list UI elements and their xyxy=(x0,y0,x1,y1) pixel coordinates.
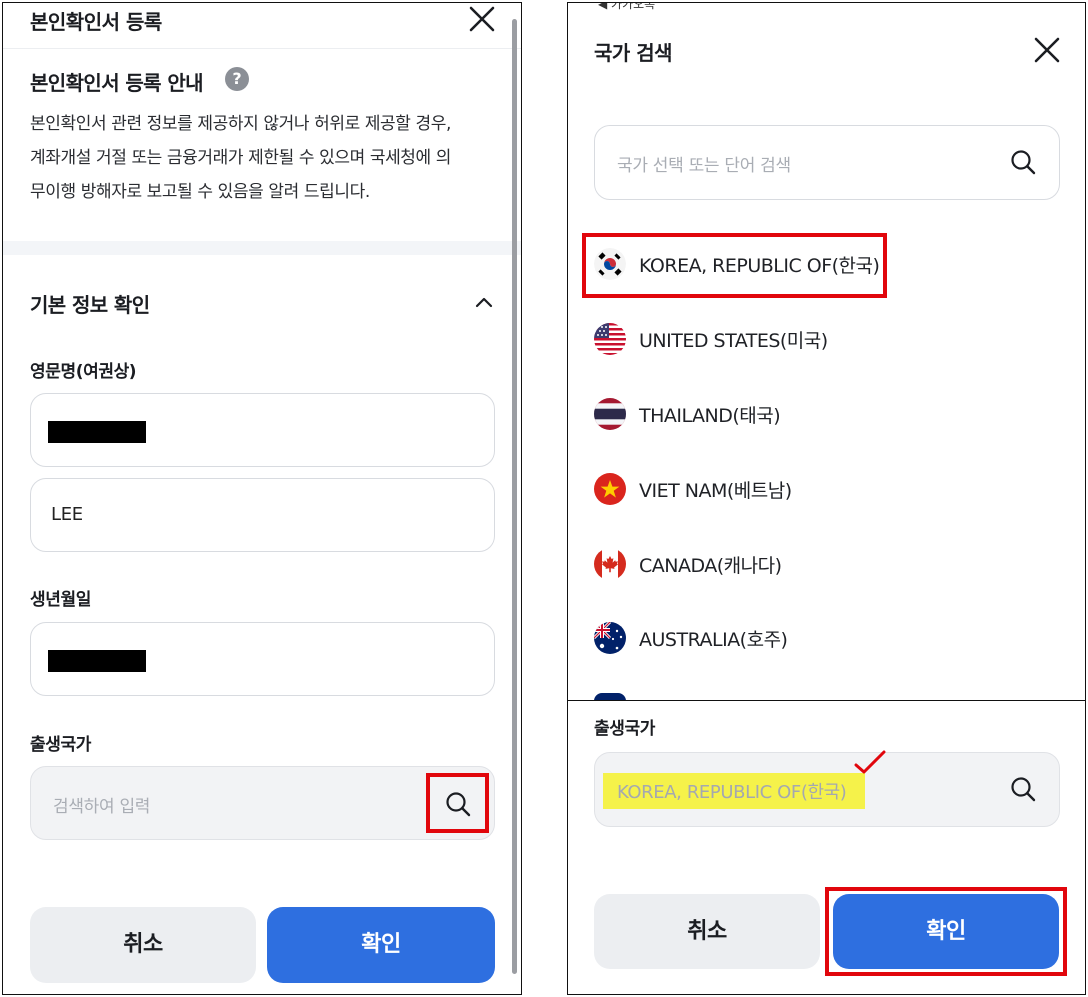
checkmark-annotation-icon xyxy=(853,749,887,775)
last-name-field[interactable]: LEE xyxy=(30,478,495,552)
redacted-value xyxy=(48,650,146,672)
country-search-panel: ◀ 카카오톡 국가 검색 국가 선택 또는 단어 검색 KOREA, REPUB… xyxy=(567,2,1086,995)
search-icon[interactable] xyxy=(444,790,472,818)
birthdate-field[interactable] xyxy=(30,622,495,696)
country-name: VIET NAM(베트남) xyxy=(639,479,792,502)
notice-line: 본인확인서 관련 정보를 제공하지 않거나 허위로 제공할 경우, xyxy=(30,114,452,134)
last-name-value: LEE xyxy=(51,504,83,525)
notice-line: 무이행 방해자로 보고될 수 있음을 알려 드립니다. xyxy=(30,182,370,202)
basic-info-section-title: 기본 정보 확인 xyxy=(30,293,150,317)
cancel-button[interactable]: 취소 xyxy=(594,894,820,969)
birth-country-placeholder: 검색하여 입력 xyxy=(53,797,151,817)
birthdate-label: 생년월일 xyxy=(30,590,91,610)
notice-text: 본인확인서 관련 정보를 제공하지 않거나 허위로 제공할 경우, 계좌개설 거… xyxy=(30,107,510,209)
country-item-usa[interactable]: UNITED STATES(미국) xyxy=(594,323,828,355)
close-icon[interactable] xyxy=(466,3,498,35)
country-search-placeholder: 국가 선택 또는 단어 검색 xyxy=(617,156,791,176)
country-item-canada[interactable]: CANADA(캐나다) xyxy=(594,548,782,580)
birth-country-label: 출생국가 xyxy=(594,719,655,739)
redacted-value xyxy=(48,421,146,443)
chevron-up-icon[interactable] xyxy=(473,292,495,314)
birth-country-field[interactable]: KOREA, REPUBLIC OF(한국) xyxy=(594,752,1060,827)
notice-line: 계좌개설 거절 또는 금융거래가 제한될 수 있으며 국세청에 의 xyxy=(30,148,452,168)
confirm-button-highlight xyxy=(825,887,1067,976)
cancel-button[interactable]: 취소 xyxy=(30,907,256,983)
birth-country-label: 출생국가 xyxy=(30,735,91,755)
identity-form-panel: 본인확인서 등록 본인확인서 등록 안내 ? 본인확인서 관련 정보를 제공하지… xyxy=(2,2,522,995)
section-separator xyxy=(3,241,521,255)
modal-title: 본인확인서 등록 xyxy=(30,10,162,34)
country-name: UNITED STATES(미국) xyxy=(639,329,828,352)
selected-country-value: KOREA, REPUBLIC OF(한국) xyxy=(617,782,847,803)
notice-heading: 본인확인서 등록 안내 xyxy=(30,71,204,95)
back-to-app-link[interactable]: ◀ 카카오톡 xyxy=(598,3,655,12)
scrollbar[interactable] xyxy=(512,19,517,974)
help-icon[interactable]: ? xyxy=(225,67,249,91)
korea-selection-highlight xyxy=(582,233,887,298)
search-icon[interactable] xyxy=(1009,148,1037,176)
country-item-vietnam[interactable]: VIET NAM(베트남) xyxy=(594,473,792,505)
close-icon[interactable] xyxy=(1031,34,1063,66)
country-name: THAILAND(태국) xyxy=(639,404,781,427)
search-icon[interactable] xyxy=(1009,775,1037,803)
flag-thailand-icon xyxy=(594,398,626,430)
country-search-input[interactable]: 국가 선택 또는 단어 검색 xyxy=(594,125,1060,200)
first-name-field[interactable] xyxy=(30,393,495,467)
selection-sheet: 출생국가 KOREA, REPUBLIC OF(한국) 취소 확인 xyxy=(568,700,1085,994)
english-name-label: 영문명(여권상) xyxy=(30,362,137,382)
country-name: CANADA(캐나다) xyxy=(639,554,782,577)
header-divider xyxy=(3,48,521,49)
flag-australia-icon xyxy=(594,622,626,654)
country-item-australia[interactable]: AUSTRALIA(호주) xyxy=(594,622,788,654)
country-item-thailand[interactable]: THAILAND(태국) xyxy=(594,398,781,430)
country-name: AUSTRALIA(호주) xyxy=(639,628,788,651)
flag-vietnam-icon xyxy=(594,473,626,505)
country-search-title: 국가 검색 xyxy=(594,41,673,65)
confirm-button[interactable]: 확인 xyxy=(267,907,495,983)
flag-usa-icon xyxy=(594,323,626,355)
flag-canada-icon xyxy=(594,548,626,580)
